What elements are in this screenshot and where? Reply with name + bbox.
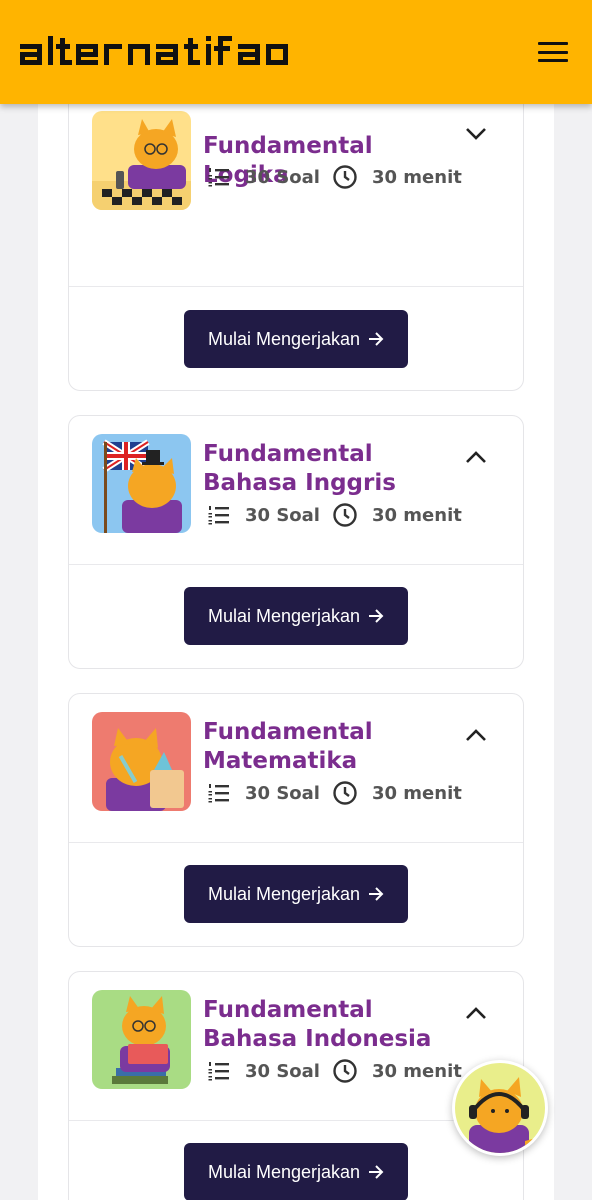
question-count: 30 Soal [245, 782, 320, 804]
arrow-right-icon [369, 332, 384, 346]
clock-icon [333, 781, 357, 805]
quiz-card-matematika: Fundamental Matematika 30 Soal 30 menit … [68, 693, 524, 947]
arrow-right-icon [369, 887, 384, 901]
list-icon [208, 784, 229, 803]
duration-text: 30 menit [371, 782, 462, 804]
card-meta: 30 Soal 30 menit [207, 1059, 462, 1083]
brand-logo[interactable]: alternatifa [18, 34, 290, 66]
chevron-up-icon[interactable] [465, 728, 487, 742]
card-meta: 30 Soal 30 menit [207, 165, 462, 189]
question-count: 30 Soal [245, 1060, 320, 1082]
question-count: 30 Soal [245, 166, 320, 188]
support-mascot-button[interactable] [452, 1060, 548, 1156]
start-button[interactable]: Mulai Mengerjakan [184, 1143, 408, 1200]
clock-icon [333, 1059, 357, 1083]
english-cat-illustration [92, 434, 191, 533]
start-button-label: Mulai Mengerjakan [207, 328, 361, 349]
indonesian-cat-illustration [92, 990, 191, 1089]
card-divider [69, 564, 523, 565]
clock-icon [333, 165, 357, 189]
logic-cat-illustration [92, 111, 191, 210]
arrow-right-icon [369, 609, 384, 623]
arrow-right-icon [369, 1165, 384, 1179]
card-divider [69, 842, 523, 843]
start-button[interactable]: Mulai Mengerjakan [184, 310, 408, 368]
quiz-card-bahasa-indonesia: Fundamental Bahasa Indonesia 30 Soal 30 … [68, 971, 524, 1200]
duration-text: 30 menit [371, 1060, 462, 1082]
chevron-up-icon[interactable] [465, 1006, 487, 1020]
question-count: 30 Soal [245, 504, 320, 526]
duration-text: 30 menit [371, 504, 462, 526]
list-icon [208, 168, 229, 187]
clock-icon [333, 503, 357, 527]
start-button[interactable]: Mulai Mengerjakan [184, 587, 408, 645]
card-title: Fundamental Bahasa Indonesia [203, 997, 432, 1052]
card-divider [69, 286, 523, 287]
start-button-label: Mulai Mengerjakan [207, 1161, 361, 1182]
hamburger-icon[interactable] [538, 42, 568, 62]
start-button-label: Mulai Mengerjakan [207, 605, 361, 626]
list-icon [208, 1062, 229, 1081]
list-icon [208, 506, 229, 525]
chevron-down-icon[interactable] [465, 127, 487, 141]
card-title: Fundamental Matematika [203, 719, 373, 774]
quiz-card-bahasa-inggris: Fundamental Bahasa Inggris 30 Soal 30 me… [68, 415, 524, 669]
quiz-card-logika: Fundamental Logika 30 Soal 30 menit Mula… [68, 80, 524, 391]
start-button-label: Mulai Mengerjakan [207, 883, 361, 904]
start-button[interactable]: Mulai Mengerjakan [184, 865, 408, 923]
duration-text: 30 menit [371, 166, 462, 188]
card-meta: 30 Soal 30 menit [207, 503, 462, 527]
math-cat-illustration [92, 712, 191, 811]
card-title: Fundamental Bahasa Inggris [203, 441, 396, 496]
chevron-up-icon[interactable] [465, 450, 487, 464]
top-header: alternatifa [0, 0, 592, 104]
card-meta: 30 Soal 30 menit [207, 781, 462, 805]
